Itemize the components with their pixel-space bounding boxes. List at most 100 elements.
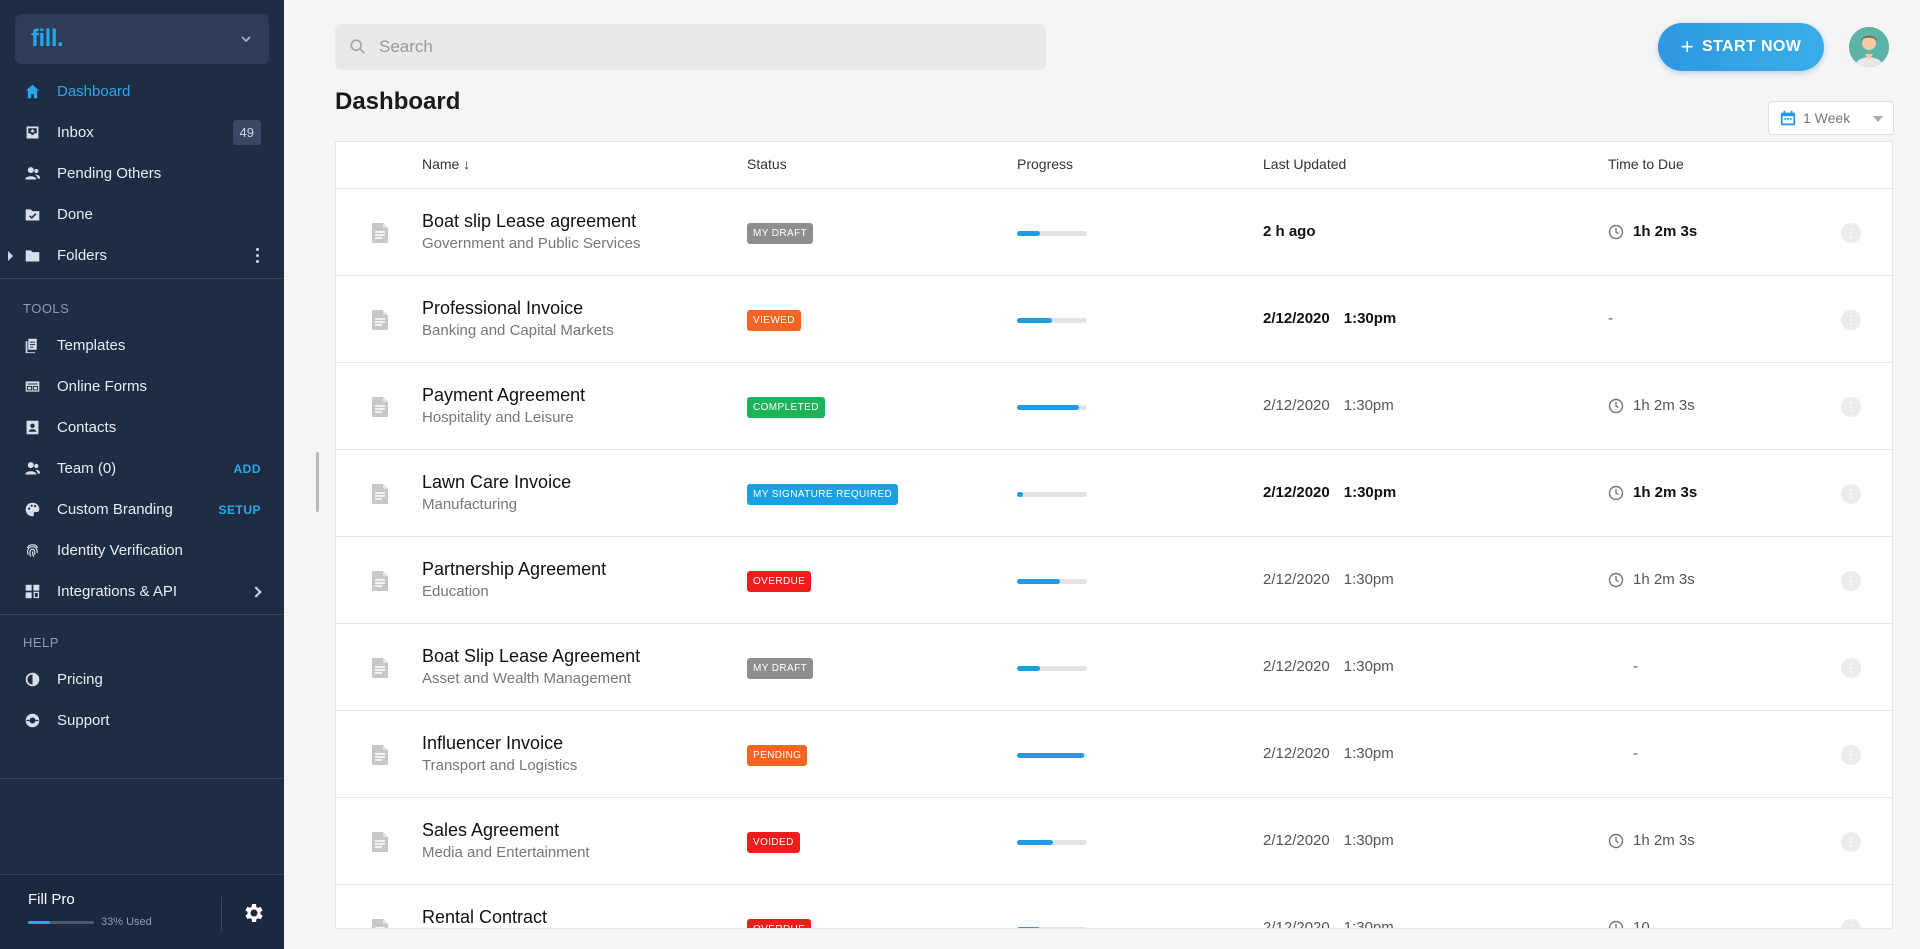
time-to-due-value: 10 (1633, 919, 1650, 929)
add-team-link[interactable]: ADD (234, 462, 262, 476)
sidebar: fill. Dashboard Inbox 49 Pending Others … (0, 0, 284, 949)
document-category: Manufacturing (422, 496, 518, 513)
row-more-icon[interactable] (1841, 223, 1861, 243)
document-icon (371, 918, 389, 928)
workspace-switcher[interactable]: fill. (15, 14, 269, 64)
folders-more-icon[interactable] (256, 248, 260, 263)
clock-icon (1608, 833, 1633, 849)
table-row[interactable]: Boat Slip Lease Agreement Asset and Wealt… (336, 624, 1892, 711)
sidebar-item-label: Support (57, 712, 110, 729)
sidebar-item-support[interactable]: Support (0, 700, 284, 741)
sidebar-item-label: Team (0) (57, 460, 117, 477)
sidebar-item-folders[interactable]: Folders (0, 235, 284, 276)
status-badge: OVERDUE (747, 919, 812, 928)
avatar[interactable] (1849, 27, 1889, 67)
plan-usage-bar (28, 921, 94, 924)
search-bar[interactable] (335, 24, 1046, 70)
progress-bar (1017, 666, 1087, 671)
sidebar-item-templates[interactable]: Templates (0, 325, 284, 366)
progress-fill (1017, 753, 1084, 758)
help-section-title: HELP (23, 635, 59, 650)
time-to-due: 10 (1608, 919, 1650, 929)
sidebar-divider (0, 778, 284, 779)
search-input[interactable] (379, 37, 979, 57)
document-name[interactable]: Payment Agreement (422, 385, 585, 406)
last-updated-time: 1:30pm (1343, 571, 1394, 588)
start-now-label: START NOW (1701, 38, 1802, 55)
row-more-icon[interactable] (1841, 484, 1861, 504)
sidebar-item-contacts[interactable]: Contacts (0, 407, 284, 448)
row-more-icon[interactable] (1841, 658, 1861, 678)
document-name[interactable]: Partnership Agreement (422, 559, 606, 580)
sidebar-item-label: Folders (57, 247, 108, 264)
support-icon (23, 712, 41, 730)
sidebar-item-team[interactable]: Team (0) ADD (0, 448, 284, 489)
status-badge: PENDING (747, 745, 808, 766)
last-updated: 2 h ago (1263, 223, 1316, 240)
start-now-button[interactable]: + START NOW (1658, 23, 1824, 71)
document-name[interactable]: Boat Slip Lease Agreement (422, 646, 640, 667)
sidebar-item-label: Identity Verification (57, 542, 183, 559)
sidebar-item-inbox[interactable]: Inbox 49 (0, 112, 284, 153)
status-badge: MY DRAFT (747, 658, 814, 679)
plan-name: Fill Pro (28, 891, 75, 908)
row-more-icon[interactable] (1841, 745, 1861, 765)
sidebar-item-pending-others[interactable]: Pending Others (0, 153, 284, 194)
tools-nav: Templates Online Forms Contacts Team (0)… (0, 325, 284, 612)
table-row[interactable]: Boat slip Lease agreement Government and … (336, 189, 1892, 276)
last-updated-date: 2/12/2020 (1263, 397, 1330, 414)
sidebar-item-integrations[interactable]: Integrations & API (0, 571, 284, 612)
time-to-due: 1h 2m 3s (1608, 484, 1697, 501)
setup-branding-link[interactable]: SETUP (218, 503, 261, 517)
sidebar-item-online-forms[interactable]: Online Forms (0, 366, 284, 407)
expand-caret-icon[interactable] (8, 250, 13, 261)
column-header-name[interactable]: Name ↓ (422, 156, 470, 172)
last-updated: 2/12/2020 1:30pm (1263, 658, 1394, 675)
document-name[interactable]: Rental Contract (422, 907, 547, 928)
table-row[interactable]: Professional Invoice Banking and Capital … (336, 276, 1892, 363)
user-avatar-icon (1849, 27, 1889, 67)
document-name[interactable]: Boat slip Lease agreement (422, 211, 636, 232)
date-range-select[interactable]: 1 Week (1768, 101, 1894, 135)
progress-bar (1017, 840, 1087, 845)
sidebar-item-pricing[interactable]: Pricing (0, 659, 284, 700)
table-row[interactable]: Payment Agreement Hospitality and Leisure… (336, 363, 1892, 450)
progress-bar (1017, 405, 1087, 410)
table-row[interactable]: Lawn Care Invoice Manufacturing MY SIGNATU… (336, 450, 1892, 537)
document-name[interactable]: Sales Agreement (422, 820, 559, 841)
row-more-icon[interactable] (1841, 832, 1861, 852)
last-updated-date: 2/12/2020 (1263, 571, 1330, 588)
last-updated-time: 1:30pm (1343, 397, 1394, 414)
gear-icon[interactable] (241, 901, 265, 925)
sidebar-item-identity-verification[interactable]: Identity Verification (0, 530, 284, 571)
column-header-time-to-due: Time to Due (1608, 156, 1684, 172)
table-row[interactable]: Rental Contract OVERDUE 2/12/2020 1:30pm 10 (336, 885, 1892, 929)
table-row[interactable]: Partnership Agreement Education OVERDUE 2/1… (336, 537, 1892, 624)
row-more-icon[interactable] (1841, 397, 1861, 417)
row-more-icon[interactable] (1841, 571, 1861, 591)
scrollbar-thumb[interactable] (316, 452, 319, 512)
document-name[interactable]: Professional Invoice (422, 298, 583, 319)
palette-icon (23, 501, 41, 519)
sidebar-item-label: Custom Branding (57, 501, 173, 518)
document-category: Asset and Wealth Management (422, 670, 632, 687)
time-to-due: 1h 2m 3s (1608, 832, 1695, 849)
status-badge: OVERDUE (747, 571, 812, 592)
sidebar-item-dashboard[interactable]: Dashboard (0, 71, 284, 112)
table-row[interactable]: Sales Agreement Media and Entertainment VO… (336, 798, 1892, 885)
progress-bar (1017, 753, 1087, 758)
document-category: Government and Public Services (422, 235, 641, 252)
progress-fill (1017, 231, 1041, 236)
last-updated: 2/12/2020 1:30pm (1263, 397, 1394, 414)
progress-fill (1017, 666, 1041, 671)
sidebar-item-label: Dashboard (57, 83, 131, 100)
sidebar-item-done[interactable]: Done (0, 194, 284, 235)
column-header-last-updated: Last Updated (1263, 156, 1347, 172)
document-name[interactable]: Lawn Care Invoice (422, 472, 571, 493)
row-more-icon[interactable] (1841, 919, 1861, 928)
row-more-icon[interactable] (1841, 310, 1861, 330)
table-row[interactable]: Influencer Invoice Transport and Logistic… (336, 711, 1892, 798)
sidebar-item-custom-branding[interactable]: Custom Branding SETUP (0, 489, 284, 530)
last-updated-time: 1:30pm (1343, 310, 1397, 327)
document-name[interactable]: Influencer Invoice (422, 733, 563, 754)
